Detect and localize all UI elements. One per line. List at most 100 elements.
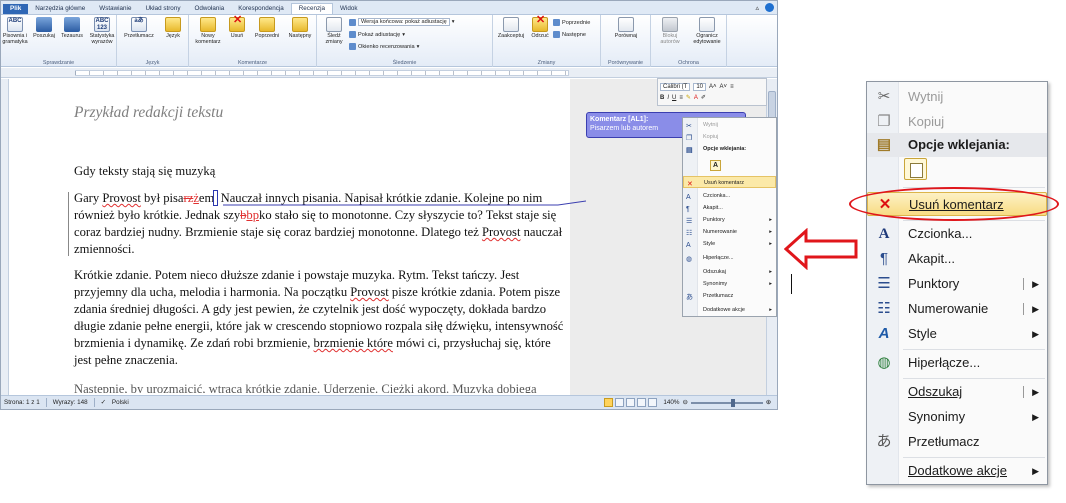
small-menu-copy[interactable]: ❐ Kopiuj bbox=[683, 131, 776, 143]
web-layout-icon[interactable] bbox=[626, 398, 635, 407]
next-change-button[interactable]: Następne bbox=[553, 31, 586, 38]
small-menu-bullets[interactable]: ☰ Punktory ▸ bbox=[683, 214, 776, 226]
vertical-ruler[interactable] bbox=[1, 79, 9, 395]
zoom-slider-knob[interactable] bbox=[730, 398, 735, 407]
small-menu-styles[interactable]: A Style ▸ bbox=[683, 238, 776, 250]
bullets-icon: ☰ bbox=[877, 275, 891, 292]
reject-icon bbox=[532, 17, 548, 32]
submenu-arrow-icon: ▸ bbox=[769, 269, 772, 275]
track-changes-button[interactable]: Śledź zmiany bbox=[321, 17, 347, 45]
full-screen-icon[interactable] bbox=[615, 398, 624, 407]
translate-button[interactable]: aあ Przetłumacz bbox=[121, 17, 157, 39]
tab-view[interactable]: Widok bbox=[333, 4, 365, 14]
align-icon[interactable]: ≡ bbox=[679, 95, 683, 101]
previous-comment-icon bbox=[259, 17, 275, 32]
menu-bullets[interactable]: ☰ Punktory ▶ bbox=[867, 272, 1047, 296]
menu-cut[interactable]: ✂ Wytnij bbox=[867, 85, 1047, 109]
small-menu-numbering[interactable]: ☷ Numerowanie ▸ bbox=[683, 226, 776, 238]
italic-icon[interactable]: I bbox=[667, 95, 669, 101]
format-painter-icon[interactable]: ✐ bbox=[701, 94, 706, 101]
small-menu-delete-comment[interactable]: ✕ Usuń komentarz bbox=[683, 176, 776, 188]
tab-references[interactable]: Odwołania bbox=[187, 4, 231, 14]
display-for-review-dropdown[interactable]: Wersja końcowa: pokaż adiustację ▾ bbox=[349, 18, 455, 26]
menu-synonyms[interactable]: Synonimy ▶ bbox=[867, 405, 1047, 429]
menu-copy[interactable]: ❐ Kopiuj bbox=[867, 110, 1047, 134]
zoom-out-icon[interactable]: ⊖ bbox=[682, 399, 687, 406]
print-layout-icon[interactable] bbox=[604, 398, 613, 407]
numbering-icon: ☷ bbox=[877, 300, 891, 317]
small-menu-translate[interactable]: あ Przetłumacz bbox=[683, 290, 776, 302]
zoom-in-icon[interactable]: ⊕ bbox=[766, 399, 771, 406]
font-size-box[interactable]: 10 bbox=[693, 82, 707, 91]
submenu-arrow-icon: ▶ bbox=[1032, 387, 1039, 397]
small-menu-lookup[interactable]: Odszukaj ▸ bbox=[683, 266, 776, 278]
menu-translate[interactable]: あ Przetłumacz bbox=[867, 430, 1047, 454]
tab-layout[interactable]: Układ strony bbox=[138, 4, 187, 14]
underline-icon[interactable]: U bbox=[672, 95, 676, 101]
menu-more-actions[interactable]: Dodatkowe akcje ▶ bbox=[867, 459, 1047, 483]
menu-hyperlink[interactable]: ◍ Hiperłącze... bbox=[867, 351, 1047, 375]
ribbon: ABC Pisownia i gramatyka Poszukaj Tezauru… bbox=[1, 15, 777, 67]
word-count[interactable]: Wyrazy: 148 bbox=[53, 399, 88, 406]
draft-icon[interactable] bbox=[648, 398, 657, 407]
font-name-box[interactable]: Calibri (T bbox=[660, 82, 691, 91]
abc-check-icon: ABC bbox=[7, 17, 23, 32]
previous-comment-button[interactable]: Poprzedni bbox=[251, 17, 283, 39]
tab-home[interactable]: Narzędzia główne bbox=[28, 4, 92, 14]
menu-lookup[interactable]: Odszukaj ▶ bbox=[867, 380, 1047, 404]
tab-mailings[interactable]: Korespondencja bbox=[231, 4, 291, 14]
restrict-editing-icon bbox=[699, 17, 715, 32]
compare-button[interactable]: Porównaj bbox=[609, 17, 643, 39]
paste-keep-text-only-icon[interactable] bbox=[904, 158, 927, 180]
shrink-font-icon[interactable]: A˅ bbox=[720, 84, 728, 90]
menu-font[interactable]: A Czcionka... bbox=[867, 222, 1047, 246]
block-authors-button[interactable]: Blokuj autorów bbox=[653, 17, 687, 45]
delete-comment-ribbon-button[interactable]: Usuń bbox=[225, 17, 249, 39]
group-comments: Nowy komentarz Usuń Poprzedni Następny K… bbox=[189, 15, 317, 67]
next-comment-button[interactable]: Następny bbox=[285, 17, 315, 39]
ribbon-collapse-icon[interactable]: ▵ bbox=[755, 4, 759, 12]
grow-font-icon[interactable]: A˄ bbox=[709, 84, 717, 90]
tab-review[interactable]: Recenzja bbox=[290, 3, 334, 14]
previous-change-button[interactable]: Poprzednie bbox=[553, 19, 590, 26]
thesaurus-button[interactable]: Tezaurus bbox=[59, 17, 85, 39]
small-paste-keep-text-icon[interactable]: A bbox=[710, 160, 721, 171]
research-button[interactable]: Poszukaj bbox=[31, 17, 57, 39]
group-language: aあ Przetłumacz Język Język bbox=[117, 15, 189, 67]
zoom-slider[interactable] bbox=[690, 398, 763, 407]
language-button[interactable]: Język bbox=[161, 17, 185, 39]
small-menu-hyperlink[interactable]: ◍ Hiperłącze... bbox=[683, 252, 776, 264]
help-icon[interactable] bbox=[765, 3, 774, 12]
new-comment-button[interactable]: Nowy komentarz bbox=[193, 17, 223, 45]
language-status[interactable]: Polski bbox=[112, 399, 129, 406]
small-menu-font[interactable]: A Czcionka... bbox=[683, 190, 776, 202]
group-label: Zmiany bbox=[537, 60, 556, 66]
font-color-icon[interactable]: A bbox=[694, 95, 698, 101]
restrict-editing-button[interactable]: Ogranicz edytowanie bbox=[689, 17, 725, 45]
reviewing-pane-dropdown[interactable]: Okienko recenzowania ▾ bbox=[349, 43, 419, 50]
tab-insert[interactable]: Wstawianie bbox=[92, 4, 138, 14]
small-menu-more-actions[interactable]: Dodatkowe akcje ▸ bbox=[683, 304, 776, 316]
spelling-button[interactable]: ABC Pisownia i gramatyka bbox=[1, 17, 29, 45]
indent-icon[interactable]: ≡ bbox=[730, 84, 734, 90]
outline-icon[interactable] bbox=[637, 398, 646, 407]
accept-button[interactable]: Zaakceptuj bbox=[495, 17, 527, 39]
word-count-button[interactable]: ABC 123 Statystyka wyrazów bbox=[87, 17, 117, 45]
small-menu-synonyms[interactable]: Synonimy ▸ bbox=[683, 278, 776, 290]
reject-button[interactable]: Odrzuć bbox=[529, 17, 551, 39]
zoom-level[interactable]: 140% bbox=[663, 399, 679, 406]
menu-numbering[interactable]: ☷ Numerowanie ▶ bbox=[867, 297, 1047, 321]
horizontal-ruler[interactable] bbox=[1, 68, 777, 78]
group-label: Porównywanie bbox=[607, 60, 644, 66]
small-menu-paragraph[interactable]: ¶ Akapit... bbox=[683, 202, 776, 214]
highlight-icon[interactable]: ✎ bbox=[686, 94, 691, 101]
group-label: Komentarze bbox=[237, 60, 268, 66]
page-count[interactable]: Strona: 1 z 1 bbox=[4, 399, 40, 406]
bold-icon[interactable]: B bbox=[660, 95, 664, 101]
show-markup-dropdown[interactable]: Pokaż adiustację ▾ bbox=[349, 31, 405, 38]
menu-paragraph[interactable]: ¶ Akapit... bbox=[867, 247, 1047, 271]
menu-styles[interactable]: A Style ▶ bbox=[867, 322, 1047, 346]
proofing-icon[interactable]: ✓ bbox=[101, 399, 106, 406]
tab-file[interactable]: Plik bbox=[3, 4, 29, 14]
small-menu-cut[interactable]: ✂ Wytnij bbox=[683, 119, 776, 131]
